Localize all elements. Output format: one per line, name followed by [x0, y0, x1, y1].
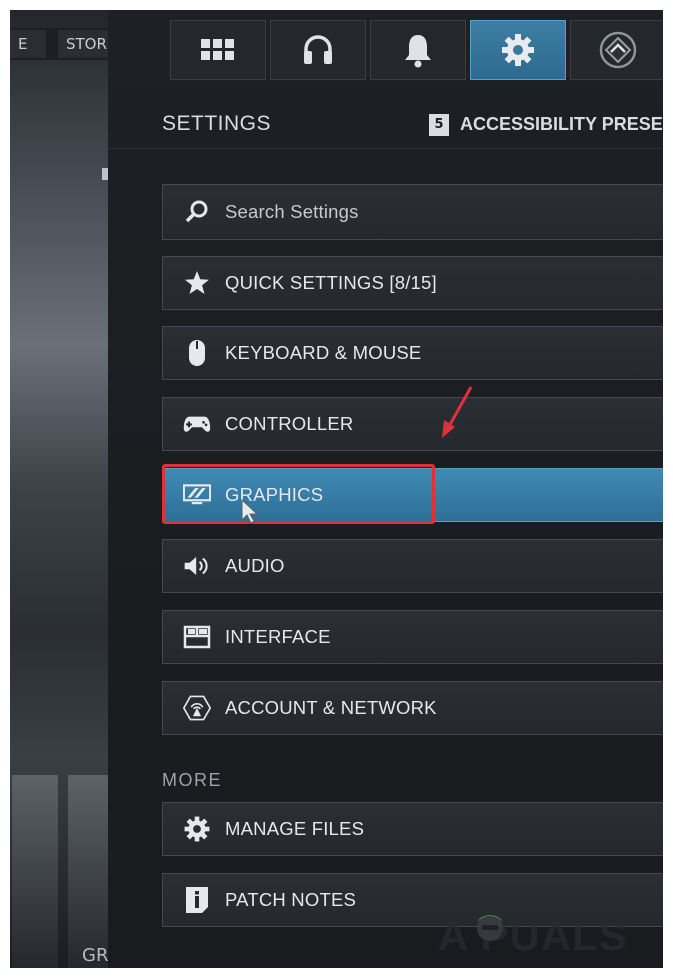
mouse-icon — [183, 339, 211, 367]
top-tab-grid[interactable] — [170, 20, 266, 80]
top-tab-headset[interactable] — [270, 20, 366, 80]
gear-icon — [183, 815, 211, 843]
top-tab-notifications[interactable] — [370, 20, 466, 80]
menu-item-keyboard-mouse[interactable]: KEYBOARD & MOUSE — [162, 326, 663, 380]
watermark-logo: A PUALS — [438, 912, 628, 959]
menu-item-label: MANAGE FILES — [225, 818, 365, 839]
menu-item-manage-files[interactable]: MANAGE FILES — [162, 802, 663, 856]
preset-key-badge: 5 — [429, 114, 449, 136]
screenshot-frame: E STOR GR SETTINGS 5 ACCESSIBILITY PRESE… — [10, 10, 663, 968]
menu-item-label: ACCOUNT & NETWORK — [225, 697, 437, 718]
annotation-arrow-icon — [442, 386, 473, 438]
menu-item-label: INTERFACE — [225, 626, 331, 647]
search-icon — [183, 198, 211, 226]
top-tab-settings[interactable] — [470, 20, 566, 80]
page-title: SETTINGS — [162, 112, 272, 135]
header-divider — [108, 148, 663, 149]
grid-icon — [201, 39, 234, 60]
menu-item-label: QUICK SETTINGS [8/15] — [225, 272, 437, 293]
headset-icon — [304, 35, 332, 64]
bell-icon — [405, 35, 431, 68]
gear-icon — [502, 34, 534, 66]
menu-item-label: KEYBOARD & MOUSE — [225, 342, 422, 363]
menu-item-controller[interactable]: CONTROLLER — [162, 397, 663, 451]
speaker-icon — [183, 552, 211, 580]
graphics-highlight-box — [162, 464, 435, 524]
search-placeholder: Search Settings — [225, 201, 359, 222]
star-icon — [183, 269, 211, 297]
menu-item-label: CONTROLLER — [225, 413, 354, 434]
menu-item-interface[interactable]: INTERFACE — [162, 610, 663, 664]
top-tab-rank[interactable] — [570, 20, 663, 80]
game-thumbnail-label: GR — [82, 945, 109, 966]
mouse-cursor-icon — [241, 498, 259, 524]
menu-item-label: AUDIO — [225, 555, 285, 576]
game-tab[interactable]: E — [10, 30, 46, 58]
gamepad-icon — [183, 410, 211, 438]
watermark-mascot-icon — [477, 915, 503, 941]
layout-icon — [183, 623, 211, 651]
more-section-title: MORE — [162, 770, 222, 790]
menu-item-label: PATCH NOTES — [225, 889, 357, 910]
menu-item-quick-settings[interactable]: QUICK SETTINGS [8/15] — [162, 256, 663, 310]
accessibility-presets-button[interactable]: ACCESSIBILITY PRESETS — [460, 114, 663, 135]
menu-item-audio[interactable]: AUDIO — [162, 539, 663, 593]
rank-diamond-icon — [599, 31, 637, 69]
menu-item-account-network[interactable]: ACCOUNT & NETWORK — [162, 681, 663, 735]
game-thumbnail[interactable] — [12, 775, 58, 968]
search-settings-input[interactable]: Search Settings — [162, 184, 663, 240]
info-icon — [183, 886, 211, 914]
network-icon — [183, 694, 211, 722]
